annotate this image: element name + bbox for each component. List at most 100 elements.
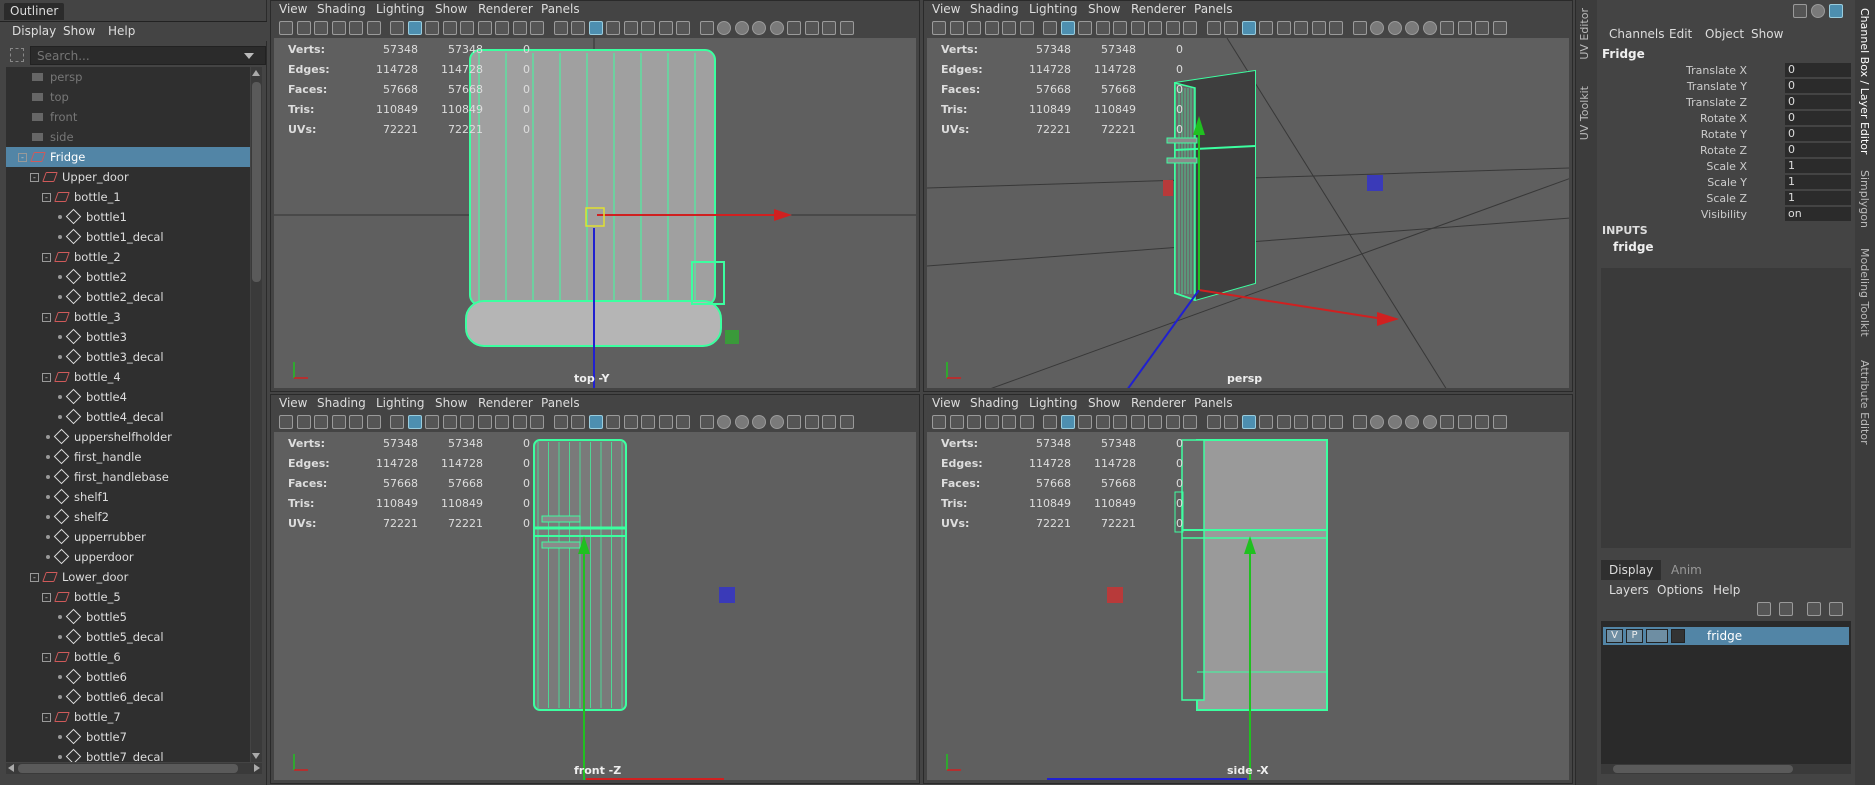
outliner-item[interactable]: bottle1 xyxy=(6,207,250,227)
attribute-row[interactable]: Scale Z 1 xyxy=(1597,191,1855,207)
viewport-tool-icon[interactable] xyxy=(279,21,293,35)
viewport-tool-icon[interactable] xyxy=(390,21,404,35)
input-node[interactable]: fridge xyxy=(1613,240,1654,254)
viewport-tool-icon[interactable] xyxy=(1422,21,1437,35)
collapse-icon[interactable]: - xyxy=(18,153,27,162)
viewport-canvas[interactable]: Verts: 57348 57348 0 Edges: 114728 114728 0 Face… xyxy=(274,38,916,388)
attribute-row[interactable]: Scale Y 1 xyxy=(1597,175,1855,191)
viewport-tool-icon[interactable] xyxy=(1148,21,1162,35)
tab-uv-editor[interactable]: UV Editor xyxy=(1578,8,1591,60)
outliner-item[interactable]: - bottle_1 xyxy=(6,187,250,207)
tab-channel-box-layer-editor[interactable]: Channel Box / Layer Editor xyxy=(1858,8,1871,155)
viewport-tool-icon[interactable] xyxy=(460,21,474,35)
viewport-tool-icon[interactable] xyxy=(804,21,819,35)
viewport-tool-icon[interactable] xyxy=(1276,21,1291,35)
outliner-item[interactable]: - bottle_5 xyxy=(6,587,250,607)
viewport-menu-view[interactable]: View xyxy=(279,2,307,16)
viewport-tool-icon[interactable] xyxy=(1060,415,1075,429)
viewport-tool-icon[interactable] xyxy=(553,21,568,35)
viewport-tool-icon[interactable] xyxy=(366,21,381,35)
viewport-tool-icon[interactable] xyxy=(1165,21,1180,35)
viewport-tool-icon[interactable] xyxy=(460,415,474,429)
tab-attribute-editor[interactable]: Attribute Editor xyxy=(1858,360,1871,445)
viewport-menu-show[interactable]: Show xyxy=(435,396,467,410)
viewport-menu-lighting[interactable]: Lighting xyxy=(376,2,425,16)
viewport-tool-icon[interactable] xyxy=(1387,415,1402,429)
viewport-tool-icon[interactable] xyxy=(1078,415,1092,429)
attribute-value-field[interactable]: 1 xyxy=(1785,191,1851,205)
viewport-tool-icon[interactable] xyxy=(641,21,655,35)
outliner-item[interactable]: bottle7_decal xyxy=(6,747,250,762)
viewport-menu-view[interactable]: View xyxy=(279,396,307,410)
viewport-tool-icon[interactable] xyxy=(717,21,731,35)
viewport-tool-icon[interactable] xyxy=(699,21,714,35)
collapse-icon[interactable]: - xyxy=(42,313,51,322)
viewport-tool-icon[interactable] xyxy=(425,21,439,35)
viewport-tool-icon[interactable] xyxy=(699,415,714,429)
viewport-tool-icon[interactable] xyxy=(1387,21,1402,35)
viewport-tool-icon[interactable] xyxy=(676,21,690,35)
outliner-item[interactable]: bottle6_decal xyxy=(6,687,250,707)
new-layer-selected-icon[interactable] xyxy=(1829,602,1843,616)
viewport-tool-icon[interactable] xyxy=(1440,415,1454,429)
collapse-icon[interactable]: - xyxy=(30,173,39,182)
move-layer-up-icon[interactable] xyxy=(1757,602,1771,616)
viewport-tool-icon[interactable] xyxy=(1206,21,1221,35)
viewport-menu-renderer[interactable]: Renderer xyxy=(478,2,533,16)
viewport-tool-icon[interactable] xyxy=(641,415,655,429)
outliner-item[interactable]: upperrubber xyxy=(6,527,250,547)
new-layer-icon[interactable] xyxy=(1807,602,1821,616)
viewport-tool-icon[interactable] xyxy=(1259,21,1273,35)
viewport-menu-panels[interactable]: Panels xyxy=(1194,396,1233,410)
viewport-tool-icon[interactable] xyxy=(296,415,311,429)
attribute-value-field[interactable]: 0 xyxy=(1785,79,1851,93)
outliner-item[interactable]: - Upper_door xyxy=(6,167,250,187)
collapse-icon[interactable]: - xyxy=(30,573,39,582)
attribute-value-field[interactable]: 0 xyxy=(1785,143,1851,157)
outliner-item[interactable]: shelf1 xyxy=(6,487,250,507)
viewport-tool-icon[interactable] xyxy=(1019,21,1034,35)
outliner-item[interactable]: bottle4 xyxy=(6,387,250,407)
viewport-tool-icon[interactable] xyxy=(1148,415,1162,429)
collapse-icon[interactable]: - xyxy=(42,373,51,382)
viewport-tool-icon[interactable] xyxy=(1492,415,1507,429)
collapse-icon[interactable]: - xyxy=(42,253,51,262)
viewport-tool-icon[interactable] xyxy=(769,415,784,429)
viewport-tool-icon[interactable] xyxy=(314,415,328,429)
viewport-tool-icon[interactable] xyxy=(949,415,964,429)
viewport-tool-icon[interactable] xyxy=(1259,415,1273,429)
layer-row-fridge[interactable]: V P fridge xyxy=(1603,627,1849,645)
outliner-item[interactable]: side xyxy=(6,127,250,147)
viewport-tool-icon[interactable] xyxy=(967,21,981,35)
outliner-menu-help[interactable]: Help xyxy=(108,24,135,38)
viewport-tool-icon[interactable] xyxy=(1457,415,1472,429)
viewport-tool-icon[interactable] xyxy=(804,415,819,429)
help-icon[interactable] xyxy=(1811,4,1825,18)
viewport-tool-icon[interactable] xyxy=(588,415,603,429)
menu-object[interactable]: Object xyxy=(1705,27,1744,41)
viewport-tool-icon[interactable] xyxy=(1475,21,1489,35)
outliner-title[interactable]: Outliner xyxy=(4,3,65,20)
viewport-tool-icon[interactable] xyxy=(1311,21,1326,35)
viewport-tool-icon[interactable] xyxy=(752,415,766,429)
viewport-tool-icon[interactable] xyxy=(1113,21,1127,35)
viewport-menu-show[interactable]: Show xyxy=(1088,2,1120,16)
viewport-tool-icon[interactable] xyxy=(1060,21,1075,35)
viewport-tool-icon[interactable] xyxy=(1002,415,1016,429)
attribute-value-field[interactable]: 0 xyxy=(1785,111,1851,125)
viewport-menu-shading[interactable]: Shading xyxy=(970,2,1019,16)
viewport-tool-icon[interactable] xyxy=(752,21,766,35)
attribute-row[interactable]: Translate Z 0 xyxy=(1597,95,1855,111)
viewport-menu-renderer[interactable]: Renderer xyxy=(1131,2,1186,16)
viewport-menu-panels[interactable]: Panels xyxy=(541,396,580,410)
scroll-right-icon[interactable] xyxy=(254,764,260,772)
viewport-tool-icon[interactable] xyxy=(1294,415,1308,429)
viewport-tool-icon[interactable] xyxy=(1329,21,1343,35)
viewport-tool-icon[interactable] xyxy=(1130,415,1145,429)
collapse-icon[interactable]: - xyxy=(42,653,51,662)
viewport-tool-icon[interactable] xyxy=(390,415,404,429)
viewport-tool-icon[interactable] xyxy=(512,415,527,429)
viewport-tool-icon[interactable] xyxy=(822,21,836,35)
outliner-item[interactable]: bottle4_decal xyxy=(6,407,250,427)
outliner-item[interactable]: bottle3_decal xyxy=(6,347,250,367)
